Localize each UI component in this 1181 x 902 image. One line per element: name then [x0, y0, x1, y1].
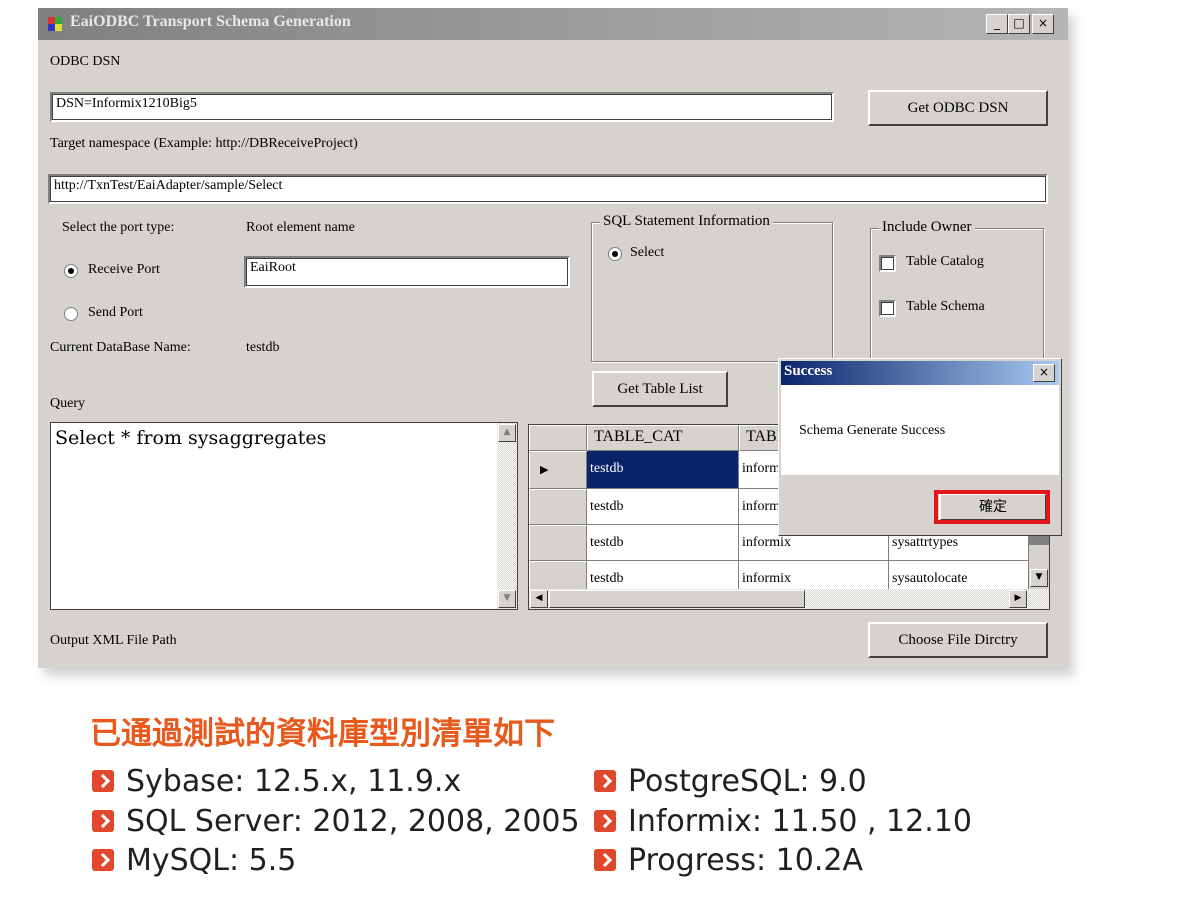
grid-cell[interactable]: informix [739, 561, 889, 591]
namespace-label: Target namespace (Example: http://DBRece… [50, 136, 358, 151]
choose-file-directory-button[interactable]: Choose File Dirctry [868, 622, 1048, 658]
grid-scroll-down-icon[interactable]: ▼ [1030, 569, 1048, 587]
sql-select-label[interactable]: Select [630, 245, 664, 261]
bullet-arrow-icon [594, 770, 616, 792]
window-title: EaiODBC Transport Schema Generation [70, 13, 351, 30]
row-header[interactable] [529, 525, 587, 561]
list-item: PostgreSQL: 9.0 [594, 764, 867, 800]
row-header[interactable] [529, 489, 587, 525]
table-catalog-checkbox[interactable] [879, 255, 896, 272]
table-catalog-label[interactable]: Table Catalog [906, 254, 984, 270]
sql-statement-group: SQL Statement Information [591, 213, 833, 362]
bullet-arrow-icon [594, 810, 616, 832]
grid-cell[interactable]: testdb [587, 525, 739, 561]
minimize-button[interactable]: _ [986, 14, 1008, 34]
grid-cell[interactable]: testdb [587, 561, 739, 591]
owner-group-caption: Include Owner [879, 219, 975, 236]
grid-vscroll[interactable]: ▼ [1029, 545, 1049, 589]
list-item: Sybase: 12.5.x, 11.9.x [92, 764, 461, 800]
ok-button-highlight [934, 490, 1050, 524]
db-name-value: testdb [246, 340, 280, 355]
bullet-arrow-icon [92, 810, 114, 832]
bullet-arrow-icon [92, 770, 114, 792]
root-element-label: Root element name [246, 220, 355, 235]
grid-cell[interactable]: testdb [587, 489, 739, 525]
list-item: SQL Server: 2012, 2008, 2005 [92, 804, 580, 840]
namespace-input[interactable]: http://TxnTest/EaiAdapter/sample/Select [48, 174, 1048, 204]
close-button[interactable]: × [1032, 14, 1054, 34]
row-header[interactable]: ▶ [529, 451, 587, 489]
grid-scroll-left-icon[interactable]: ◀ [530, 590, 548, 608]
table-schema-label[interactable]: Table Schema [906, 299, 985, 315]
sql-group-caption: SQL Statement Information [600, 213, 773, 230]
list-item: MySQL: 5.5 [92, 843, 296, 879]
list-item: Progress: 10.2A [594, 843, 863, 879]
maximize-button[interactable]: □ [1008, 14, 1030, 34]
query-textarea[interactable]: Select * from sysaggregates ▲ ▼ [50, 422, 518, 610]
bullet-arrow-icon [594, 849, 616, 871]
dialog-message: Schema Generate Success [799, 423, 946, 438]
scroll-up-arrow-icon[interactable]: ▲ [498, 424, 516, 442]
send-port-label[interactable]: Send Port [88, 305, 143, 321]
table-schema-checkbox[interactable] [879, 300, 896, 317]
port-type-label: Select the port type: [62, 220, 175, 235]
query-scrollbar[interactable]: ▲ ▼ [497, 423, 517, 609]
scroll-down-arrow-icon[interactable]: ▼ [498, 590, 516, 608]
root-element-input[interactable]: EaiRoot [244, 256, 570, 288]
query-text: Select * from sysaggregates [55, 427, 327, 449]
odbc-dsn-label: ODBC DSN [50, 54, 121, 69]
title-bar[interactable]: EaiODBC Transport Schema Generation _ □ … [38, 8, 1068, 40]
grid-corner [529, 425, 587, 451]
grid-scroll-right-icon[interactable]: ▶ [1009, 590, 1027, 608]
get-table-list-button[interactable]: Get Table List [592, 371, 728, 407]
dialog-title-bar[interactable]: Success × [781, 361, 1059, 385]
dialog-close-icon[interactable]: × [1033, 364, 1055, 382]
receive-port-label[interactable]: Receive Port [88, 262, 160, 278]
dsn-input[interactable]: DSN=Informix1210Big5 [50, 92, 834, 122]
grid-cell[interactable]: sysautolocate [889, 561, 1029, 591]
dialog-body: Schema Generate Success [781, 385, 1059, 475]
grid-scroll-thumb[interactable] [549, 590, 805, 608]
dialog-title: Success [784, 363, 833, 379]
app-icon [48, 17, 62, 31]
row-header[interactable] [529, 561, 587, 591]
bullet-arrow-icon [92, 849, 114, 871]
query-label: Query [50, 396, 85, 411]
db-name-label: Current DataBase Name: [50, 340, 191, 355]
supported-databases-heading: 已通過測試的資料庫型別清單如下 [90, 716, 555, 752]
output-path-label: Output XML File Path [50, 633, 177, 648]
list-item: Informix: 11.50 , 12.10 [594, 804, 972, 840]
get-odbc-dsn-button[interactable]: Get ODBC DSN [868, 90, 1048, 126]
sql-select-radio[interactable] [608, 247, 622, 261]
grid-cell[interactable]: testdb [587, 451, 739, 489]
send-port-radio[interactable] [64, 307, 78, 321]
column-header[interactable]: TABLE_CAT [587, 425, 739, 451]
receive-port-radio[interactable] [64, 264, 78, 278]
grid-hscroll[interactable]: ◀ ▶ [529, 589, 1049, 609]
current-row-arrow-icon: ▶ [540, 463, 549, 476]
app-window: EaiODBC Transport Schema Generation _ □ … [38, 8, 1068, 668]
